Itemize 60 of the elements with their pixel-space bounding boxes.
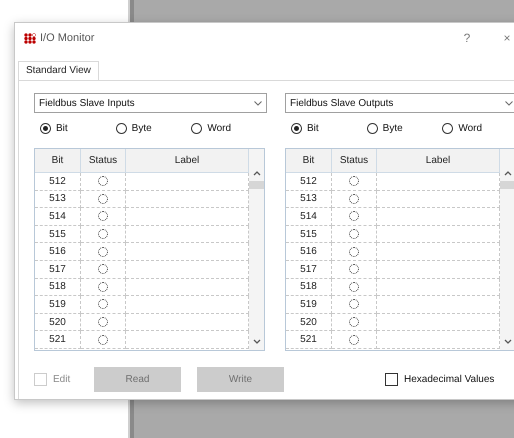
bit-cell: 512 [286, 173, 332, 191]
mode-radio[interactable]: Bit [40, 122, 116, 134]
bit-cell: 513 [35, 190, 81, 208]
bit-cell: 514 [35, 208, 81, 226]
radio-icon[interactable] [116, 122, 127, 134]
bit-cell: 520 [286, 314, 332, 332]
bit-cell: 514 [286, 208, 332, 226]
column-header[interactable]: Status [332, 149, 377, 173]
bit-cell: 516 [286, 243, 332, 261]
bit-cell: 519 [35, 296, 81, 314]
help-button[interactable]: ? [449, 31, 485, 45]
close-button[interactable]: × [489, 31, 514, 45]
bit-cell: 520 [35, 314, 81, 332]
bit-cell: 517 [286, 260, 332, 279]
radio-label: Word [207, 122, 232, 134]
bit-cell: 512 [35, 173, 81, 191]
radio-label: Byte [382, 122, 403, 134]
source-dropdown[interactable]: Fieldbus Slave Outputs [285, 93, 514, 113]
radio-label: Byte [132, 122, 152, 134]
bit-cell: 521 [35, 331, 81, 349]
radio-label: Bit [307, 122, 319, 134]
mode-radio[interactable]: Word [191, 122, 268, 134]
source-dropdown[interactable]: Fieldbus Slave Inputs [34, 93, 267, 113]
scroll-thumb[interactable] [500, 181, 514, 189]
dropdown-value: Fieldbus Slave Inputs [39, 98, 135, 108]
radio-icon[interactable] [442, 122, 454, 134]
mode-radio[interactable]: Word [442, 122, 514, 134]
radio-icon[interactable] [40, 122, 51, 134]
bit-cell: 515 [286, 226, 332, 244]
chevron-down-icon [505, 100, 513, 106]
scrollbar[interactable] [249, 149, 264, 350]
radio-icon[interactable] [291, 122, 302, 134]
column-header[interactable]: Bit [286, 149, 332, 173]
tab[interactable]: Standard View [18, 61, 99, 80]
radio-icon[interactable] [191, 122, 202, 134]
column-header[interactable]: Status [81, 149, 126, 173]
scrollbar[interactable] [500, 149, 514, 350]
chevron-down-icon [254, 100, 262, 106]
bit-cell: 515 [35, 226, 81, 244]
radio-label: Bit [56, 122, 68, 134]
bit-cell: 517 [35, 260, 81, 279]
column-header[interactable]: Bit [35, 149, 81, 173]
bit-cell: 516 [35, 243, 81, 261]
bit-cell: 521 [286, 331, 332, 349]
bit-cell: 518 [35, 278, 81, 296]
window-title: I/O Monitor [40, 32, 96, 44]
app-icon [24, 32, 36, 44]
radio-label: Word [458, 122, 482, 134]
bit-cell: 519 [286, 296, 332, 314]
column-header[interactable]: Label [126, 149, 249, 173]
mode-radio[interactable]: Byte [116, 122, 192, 134]
mode-radio[interactable]: Bit [291, 122, 367, 134]
dropdown-value: Fieldbus Slave Outputs [290, 98, 394, 108]
bit-cell: 518 [286, 278, 332, 296]
scroll-thumb[interactable] [249, 181, 264, 189]
column-header[interactable]: Label [377, 149, 500, 173]
hexadecimal-checkbox[interactable]: Hexadecimal Values [385, 372, 494, 386]
mode-radio[interactable]: Byte [366, 122, 442, 134]
radio-icon[interactable] [366, 122, 378, 134]
bit-cell: 513 [286, 190, 332, 208]
